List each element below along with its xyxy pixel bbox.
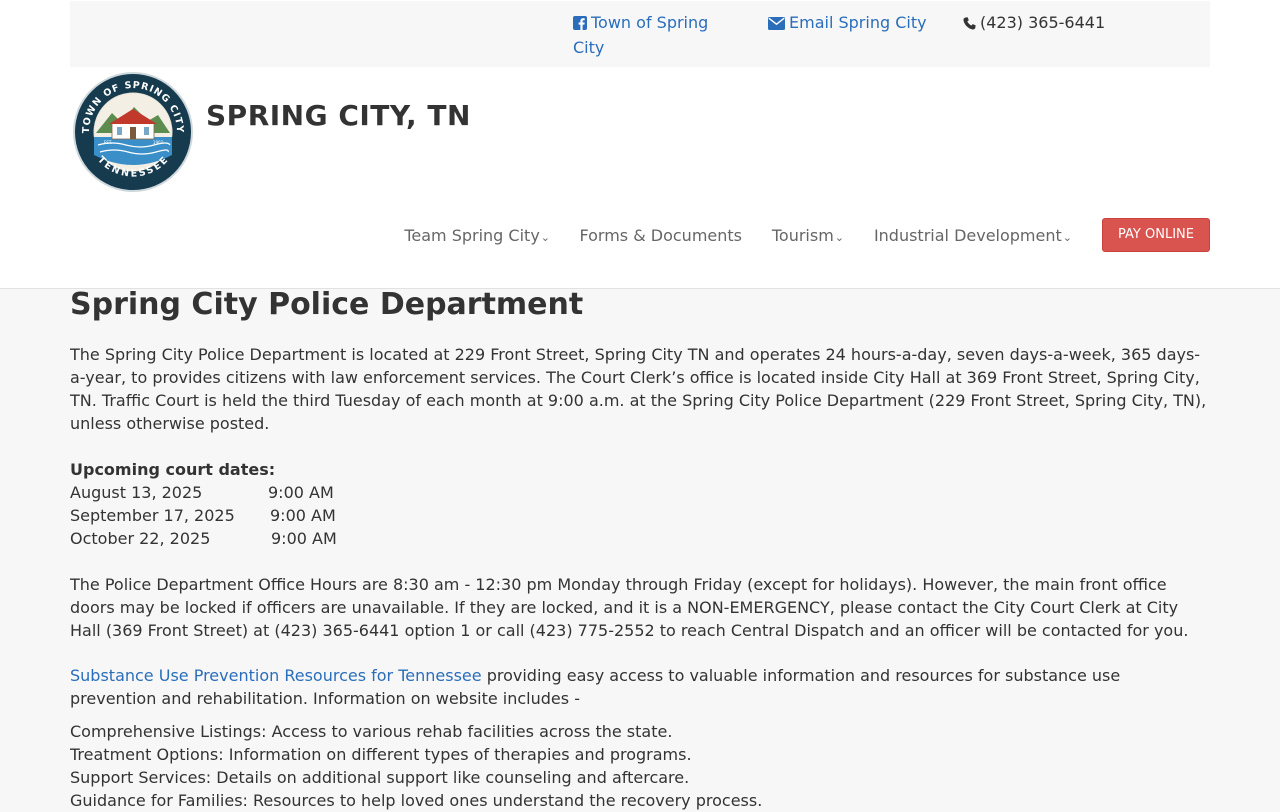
court-date: October 22, 2025 [70, 529, 211, 548]
facebook-icon [573, 13, 587, 36]
substance-use-resources-link[interactable]: Substance Use Prevention Resources for T… [70, 666, 482, 685]
resources-paragraph: Substance Use Prevention Resources for T… [70, 664, 1210, 710]
nav-item-label: Tourism [771, 226, 834, 245]
page-title: Spring City Police Department [70, 287, 584, 322]
chevron-down-icon: ⌄ [1062, 231, 1072, 244]
chevron-down-icon: ⌄ [540, 231, 550, 244]
envelope-icon [768, 13, 785, 36]
court-time: 9:00 AM [271, 529, 337, 548]
facebook-link[interactable]: Town of Spring City [573, 11, 723, 59]
list-item: Treatment Options: Information on differ… [70, 745, 692, 764]
court-dates-list: August 13, 2025 9:00 AM September 17, 20… [70, 481, 1210, 550]
pay-online-button[interactable]: PAY ONLINE [1102, 218, 1210, 252]
nav-item-team-spring-city[interactable]: Team Spring City⌄ [404, 227, 550, 247]
town-seal-logo[interactable]: TOWN OF SPRING CITY TENNESSEE EST. 1907 [72, 71, 194, 193]
list-item: Support Services: Details on additional … [70, 768, 690, 787]
email-link-label: Email Spring City [789, 13, 927, 32]
court-date-row: September 17, 2025 9:00 AM [70, 504, 1210, 527]
court-time: 9:00 AM [270, 506, 336, 525]
main-navigation: Team Spring City⌄ Forms & Documents Tour… [400, 218, 1210, 263]
court-time: 9:00 AM [268, 483, 334, 502]
utility-bar-wrapper: Town of Spring City Email Spring City (4… [0, 0, 1280, 67]
utility-bar: Town of Spring City Email Spring City (4… [70, 1, 1210, 67]
court-date-row: October 22, 2025 9:00 AM [70, 527, 1210, 550]
site-title: SPRING CITY, TN [206, 99, 471, 132]
nav-item-label: Team Spring City [404, 226, 540, 245]
court-date-row: August 13, 2025 9:00 AM [70, 481, 1210, 504]
nav-item-forms-documents[interactable]: Forms & Documents [579, 227, 742, 245]
court-date: August 13, 2025 [70, 483, 203, 502]
list-item: Comprehensive Listings: Access to variou… [70, 722, 673, 741]
email-link[interactable]: Email Spring City [768, 11, 927, 36]
site-header: TOWN OF SPRING CITY TENNESSEE EST. 1907 … [0, 67, 1280, 289]
office-hours-paragraph: The Police Department Office Hours are 8… [70, 575, 1189, 640]
court-date: September 17, 2025 [70, 506, 235, 525]
resource-items-list: Comprehensive Listings: Access to variou… [70, 720, 1210, 812]
intro-paragraph: The Spring City Police Department is loc… [70, 345, 1207, 433]
nav-item-industrial-development[interactable]: Industrial Development⌄ [874, 227, 1072, 247]
nav-item-tourism[interactable]: Tourism⌄ [772, 227, 844, 247]
seal-est-label: EST. [104, 140, 112, 145]
facebook-link-label: Town of Spring City [573, 13, 709, 57]
main-content: Spring City Police Department The Spring… [70, 289, 1210, 812]
nav-item-label: Forms & Documents [579, 226, 742, 245]
header-inner: TOWN OF SPRING CITY TENNESSEE EST. 1907 … [70, 67, 1210, 288]
court-dates-heading: Upcoming court dates: [70, 460, 276, 479]
seal-year-label: 1907 [153, 140, 164, 145]
nav-item-label: Industrial Development [873, 226, 1062, 245]
list-item: Guidance for Families: Resources to help… [70, 791, 763, 810]
phone-number: (423) 365-6441 [963, 11, 1105, 36]
phone-number-label: (423) 365-6441 [980, 13, 1106, 32]
chevron-down-icon: ⌄ [834, 231, 844, 244]
phone-icon [963, 13, 976, 36]
